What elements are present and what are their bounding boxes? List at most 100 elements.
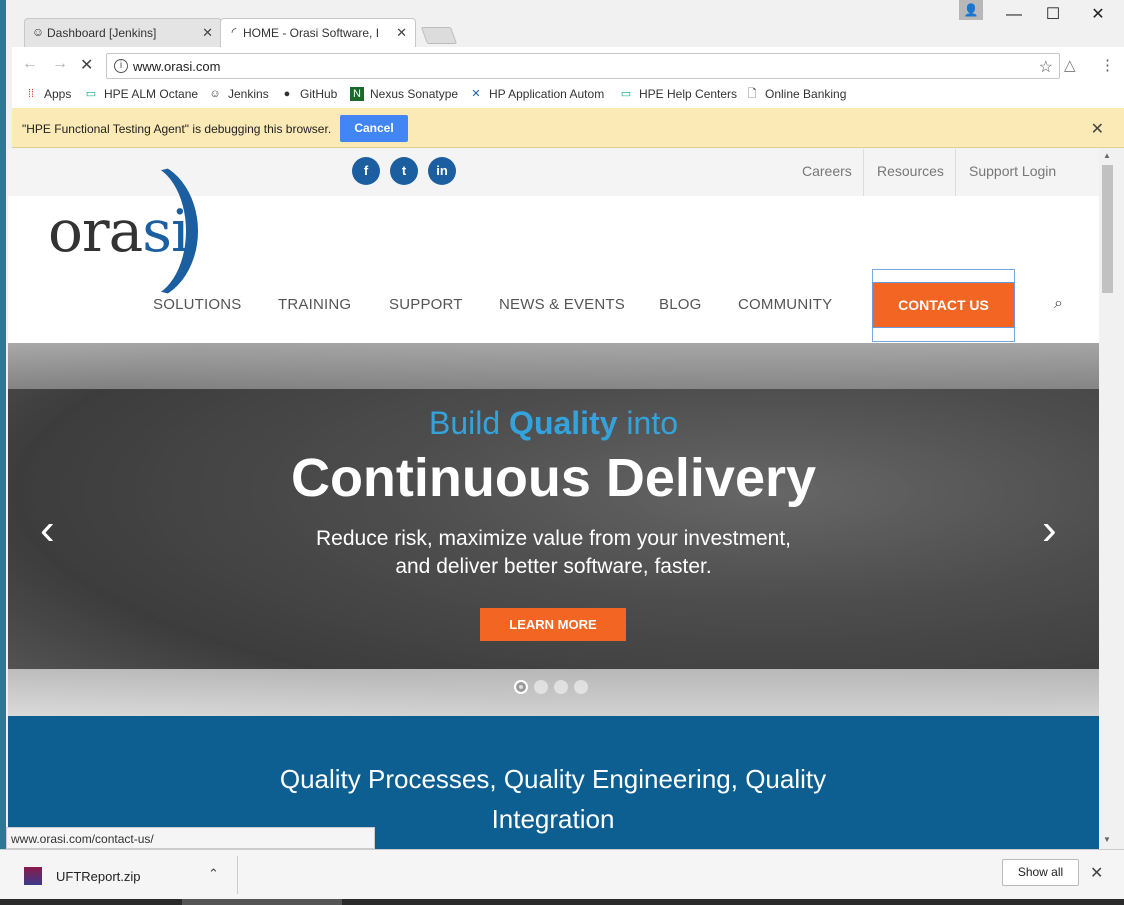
hero-kicker: Build Quality into [8,405,1099,442]
hero-subtext-line: and deliver better software, faster. [395,555,712,578]
github-icon: ● [283,88,291,100]
forward-icon[interactable]: → [52,55,68,73]
nav-community[interactable]: COMMUNITY [738,296,832,313]
resources-link[interactable]: Resources [877,163,944,179]
logo-text: orasi [48,197,190,265]
menu-icon[interactable]: ⋮ [1100,56,1115,74]
hpe-icon: ▭ [620,88,632,100]
kicker-pre: Build [429,405,510,441]
slide-dot-4[interactable] [574,680,588,694]
bookmark-label: GitHub [300,87,338,101]
hpe-icon: ▭ [85,88,97,100]
logo-main: ora [48,197,143,265]
back-icon[interactable]: ← [22,55,38,73]
minimize-icon[interactable]: — [994,4,1034,26]
bookmark-label: Nexus Sonatype [370,87,459,101]
apps-grid-icon: ⁞⁞ [27,88,35,100]
address-bar[interactable]: i www.orasi.com ☆ [106,53,1060,79]
page-scrollbar[interactable]: ▲ ▼ [1099,149,1116,849]
hero-headline: Continuous Delivery [290,448,817,508]
tab-dashboard-jenkins[interactable]: ☺ Dashboard [Jenkins] ✕ [24,18,222,47]
scroll-up-icon[interactable]: ▲ [1103,151,1111,160]
taskbar [0,899,1124,905]
scroll-down-icon[interactable]: ▼ [1103,835,1111,844]
chevron-up-icon[interactable]: ⌃ [208,866,219,882]
twitter-icon[interactable]: t [390,157,418,185]
close-window-icon[interactable]: ✕ [1078,4,1118,26]
url-text: www.orasi.com [133,58,221,74]
bookmark-hpe-help-centers[interactable]: ▭ HPE Help Centers [619,87,737,101]
download-filename: UFTReport.zip [56,868,141,884]
tab-title: HOME - Orasi Software, I [243,26,380,40]
tab-orasi-home[interactable]: ◜ HOME - Orasi Software, I ✕ [220,18,416,47]
prev-slide-icon[interactable]: ‹ [40,505,55,555]
slider-dots [514,680,588,694]
bookmark-label: HP Application Autom [489,87,605,101]
debugging-infobar: "HPE Functional Testing Agent" is debugg… [12,108,1124,148]
support-login-link[interactable]: Support Login [969,163,1056,179]
title-bar: ☺ Dashboard [Jenkins] ✕ ◜ HOME - Orasi S… [12,0,1124,47]
taskbar-indicator [182,899,342,905]
close-icon[interactable]: ✕ [202,25,213,41]
careers-link[interactable]: Careers [802,163,852,179]
bookmarks-bar: ⁞⁞ Apps ▭ HPE ALM Octane ☺ Jenkins ● Git… [12,83,1124,108]
divider [237,856,238,894]
learn-more-button[interactable]: LEARN MORE [480,608,626,641]
loading-icon: ◜ [231,25,237,39]
jenkins-icon: ☺ [31,25,45,39]
hero-subtext-line: Reduce risk, maximize value from your in… [316,527,791,550]
new-tab-button[interactable] [420,27,458,44]
bookmark-label: Jenkins [228,87,269,101]
zip-file-icon [24,867,42,885]
show-all-button[interactable]: Show all [1002,859,1079,886]
next-slide-icon[interactable]: › [1042,505,1057,555]
slide-dot-2[interactable] [534,680,548,694]
info-icon[interactable]: i [114,59,128,73]
facebook-icon[interactable]: f [352,157,380,185]
search-icon[interactable]: ⌕ [1054,295,1063,313]
bookmark-apps[interactable]: ⁞⁞ Apps [24,87,71,101]
nav-solutions[interactable]: SOLUTIONS [153,296,241,313]
divider [863,149,864,196]
cancel-button[interactable]: Cancel [340,115,408,142]
bookmark-nexus-sonatype[interactable]: N Nexus Sonatype [350,87,458,101]
bookmark-jenkins[interactable]: ☺ Jenkins [208,87,269,101]
kicker-bold: Quality [509,405,618,441]
bookmark-online-banking[interactable]: 🗋 Online Banking [745,87,847,101]
nav-blog[interactable]: BLOG [659,296,701,313]
status-url: www.orasi.com/contact-us/ [6,827,375,849]
infobar-message: "HPE Functional Testing Agent" is debugg… [22,122,332,136]
star-icon[interactable]: ☆ [1039,57,1053,77]
bookmark-hpe-alm-octane[interactable]: ▭ HPE ALM Octane [84,87,198,101]
slide-dot-3[interactable] [554,680,568,694]
nav-support[interactable]: SUPPORT [389,296,463,313]
nav-news-events[interactable]: NEWS & EVENTS [499,296,625,313]
close-icon[interactable]: ✕ [1090,863,1103,883]
bookmark-hp-application-automation[interactable]: ✕ HP Application Autom [469,87,604,101]
logo-accent: si [142,197,189,265]
nexus-icon: N [350,87,364,101]
divider [955,149,956,196]
close-icon[interactable]: ✕ [1091,119,1104,139]
close-icon[interactable]: ✕ [396,25,407,41]
slide-dot-1[interactable] [514,680,528,694]
scroll-thumb[interactable] [1102,165,1113,293]
kicker-post: into [617,405,678,441]
nav-training[interactable]: TRAINING [278,296,351,313]
bookmark-label: Apps [44,87,72,101]
maximize-icon[interactable]: ☐ [1033,4,1073,26]
hero-slider: Build Quality into Continuous Delivery R… [8,343,1099,716]
drive-icon[interactable]: △ [1064,56,1076,74]
download-shelf: UFTReport.zip ⌃ Show all ✕ [0,849,1124,899]
browser-toolbar: ← → ✕ i www.orasi.com ☆ △ ⋮ [12,47,1124,83]
bookmark-github[interactable]: ● GitHub [280,87,338,101]
jenkins-icon: ☺ [209,88,221,100]
page-icon: 🗋 [747,88,757,100]
stop-icon[interactable]: ✕ [80,55,93,75]
profile-icon[interactable]: 👤 [959,0,983,20]
contact-us-button[interactable]: CONTACT US [872,282,1015,328]
bookmark-label: HPE Help Centers [639,87,738,101]
linkedin-icon[interactable]: in [428,157,456,185]
download-item[interactable]: UFTReport.zip [24,867,141,885]
web-page: f t in Careers Resources Support Login o… [8,149,1099,849]
